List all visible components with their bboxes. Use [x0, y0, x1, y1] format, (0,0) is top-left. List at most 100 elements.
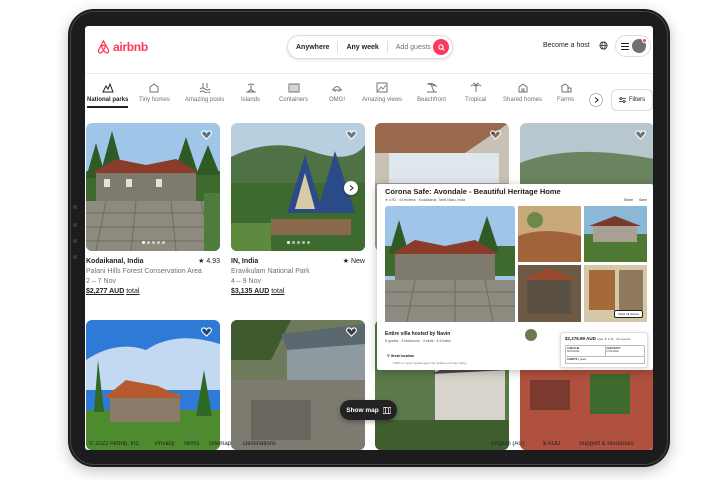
footer-link-sitemap[interactable]: Sitemap: [209, 441, 231, 447]
category-label: OMG!: [329, 97, 345, 103]
become-host-link[interactable]: Become a host: [543, 42, 590, 49]
popup-save-button[interactable]: Save: [639, 198, 647, 202]
airbnb-logo-icon: [97, 40, 110, 54]
category-tiny-homes[interactable]: Tiny homes: [139, 82, 170, 103]
listing-photo[interactable]: [86, 123, 220, 251]
category-label: Islands: [241, 97, 261, 103]
listing-price[interactable]: $2,277 AUD total: [86, 287, 220, 297]
shared-home-icon: [518, 83, 528, 93]
national-park-icon: [101, 82, 114, 93]
category-beachfront[interactable]: Beachfront: [417, 82, 446, 103]
listing-photo[interactable]: [231, 123, 365, 251]
checkin-field[interactable]: CHECK-IN 02/11/2022: [566, 346, 605, 356]
footer-language[interactable]: English (AU): [491, 441, 525, 447]
listing-photo[interactable]: [86, 320, 220, 450]
footer-link-destinations[interactable]: Destinations: [243, 441, 276, 447]
tablet-frame: airbnb Anywhere Any week Add guests Beco…: [68, 9, 670, 467]
heart-icon[interactable]: [346, 327, 357, 337]
listing-price[interactable]: $3,135 AUD total: [231, 287, 365, 297]
search-bar[interactable]: Anywhere Any week Add guests: [287, 35, 453, 59]
checkout-field[interactable]: CHECKOUT 07/11/2022: [604, 346, 645, 356]
popup-gallery[interactable]: Show all photos: [385, 206, 647, 323]
heart-icon[interactable]: [201, 130, 212, 140]
listing-info: IN, India ★ New Eravikulam National Park …: [231, 257, 365, 297]
footer: © 2022 Airbnb, Inc. Privacy Terms Sitema…: [85, 441, 653, 450]
tablet-sensor: [73, 239, 77, 243]
location-pin-icon: ⚲: [387, 354, 390, 358]
category-islands[interactable]: Islands: [241, 82, 260, 103]
show-map-label: Show map: [346, 406, 379, 414]
top-header: airbnb Anywhere Any week Add guests Beco…: [85, 26, 653, 74]
footer-link-privacy[interactable]: Privacy: [155, 441, 175, 447]
listing-rating: ★ 4.93: [198, 258, 220, 265]
category-label: National parks: [87, 97, 129, 103]
category-label: Farms: [557, 97, 574, 103]
listing-title: Kodaikanal, India: [86, 258, 144, 265]
category-containers[interactable]: Containers: [279, 82, 308, 103]
booking-widget[interactable]: $2,276.89 AUD total ★ 4.93 · 44 reviews …: [560, 332, 648, 368]
tablet-sensor: [73, 255, 77, 259]
beach-icon: [426, 82, 438, 93]
category-farms[interactable]: Farms: [557, 82, 574, 103]
host-avatar[interactable]: [525, 329, 537, 341]
listing-photo-image: [231, 320, 365, 450]
popup-title: Corona Safe: Avondale - Beautiful Herita…: [385, 187, 561, 196]
tiny-home-icon: [149, 83, 159, 93]
category-tropical[interactable]: Tropical: [465, 82, 486, 103]
filter-sliders-icon: [618, 97, 626, 103]
booking-dates[interactable]: CHECK-IN 02/11/2022 CHECKOUT 07/11/2022: [565, 345, 645, 357]
carousel-next-button[interactable]: [344, 181, 358, 195]
search-button[interactable]: [433, 39, 449, 55]
notification-dot: [641, 38, 647, 43]
category-next-button[interactable]: [589, 93, 603, 107]
heart-icon[interactable]: [635, 130, 646, 140]
category-label: Shared homes: [503, 97, 543, 103]
filters-button[interactable]: Filters: [611, 89, 653, 111]
footer-link-terms[interactable]: Terms: [183, 441, 199, 447]
guests-field[interactable]: GUESTS 1 guest: [565, 357, 645, 364]
category-label: Beachfront: [417, 97, 447, 103]
heart-icon[interactable]: [490, 130, 501, 140]
farm-icon: [561, 83, 571, 93]
search-any-week[interactable]: Any week: [338, 44, 386, 51]
user-menu-button[interactable]: [615, 35, 651, 57]
category-shared-homes[interactable]: Shared homes: [503, 82, 542, 103]
listing-photo-image: [86, 123, 220, 251]
palm-icon: [470, 82, 482, 92]
category-national-parks[interactable]: National parks: [87, 82, 128, 108]
category-amazing-views[interactable]: Amazing views: [362, 82, 402, 103]
carousel-dots: [86, 241, 220, 244]
screen: airbnb Anywhere Any week Add guests Beco…: [85, 26, 653, 450]
footer-currency[interactable]: $ AUD: [543, 441, 560, 447]
listing-info: Kodaikanal, India ★ 4.93 Palani Hills For…: [86, 257, 220, 297]
popup-location: ⚲ Great location: [387, 354, 415, 358]
hamburger-icon: [620, 42, 629, 50]
heart-icon[interactable]: [201, 327, 212, 337]
chevron-right-icon: [594, 97, 599, 103]
show-all-photos-button[interactable]: Show all photos: [613, 310, 643, 318]
heart-icon[interactable]: [346, 130, 357, 140]
category-label: Containers: [279, 97, 309, 103]
globe-icon[interactable]: [599, 41, 608, 50]
category-label: Amazing pools: [185, 97, 225, 103]
listing-photo[interactable]: [231, 320, 365, 450]
container-icon: [288, 83, 299, 93]
listing-title: IN, India: [231, 258, 259, 265]
listing-preview-popup[interactable]: Corona Safe: Avondale - Beautiful Herita…: [377, 184, 653, 370]
show-map-button[interactable]: Show map: [340, 400, 397, 420]
search-anywhere[interactable]: Anywhere: [288, 44, 337, 51]
category-omg[interactable]: OMG!: [329, 82, 345, 103]
popup-location-sub: 100% of recent guests gave the location …: [393, 361, 467, 365]
popup-actions: Share Save: [624, 198, 647, 202]
popup-meta[interactable]: ★ 4.93 · 44 reviews · Kodaikanal, Tamil …: [385, 198, 465, 202]
search-add-guests[interactable]: Add guests: [388, 44, 439, 51]
footer-support[interactable]: Support & resources: [579, 441, 634, 447]
category-amazing-pools[interactable]: Amazing pools: [185, 82, 224, 103]
popup-share-button[interactable]: Share: [624, 198, 633, 202]
airbnb-logo[interactable]: airbnb: [97, 40, 148, 54]
omg-icon: [332, 86, 342, 92]
popup-gallery-image: [385, 206, 647, 323]
popup-host-title: Entire villa hosted by Navin: [385, 331, 451, 337]
listing-rating: ★ New: [342, 258, 365, 265]
tablet-camera: [73, 223, 77, 227]
